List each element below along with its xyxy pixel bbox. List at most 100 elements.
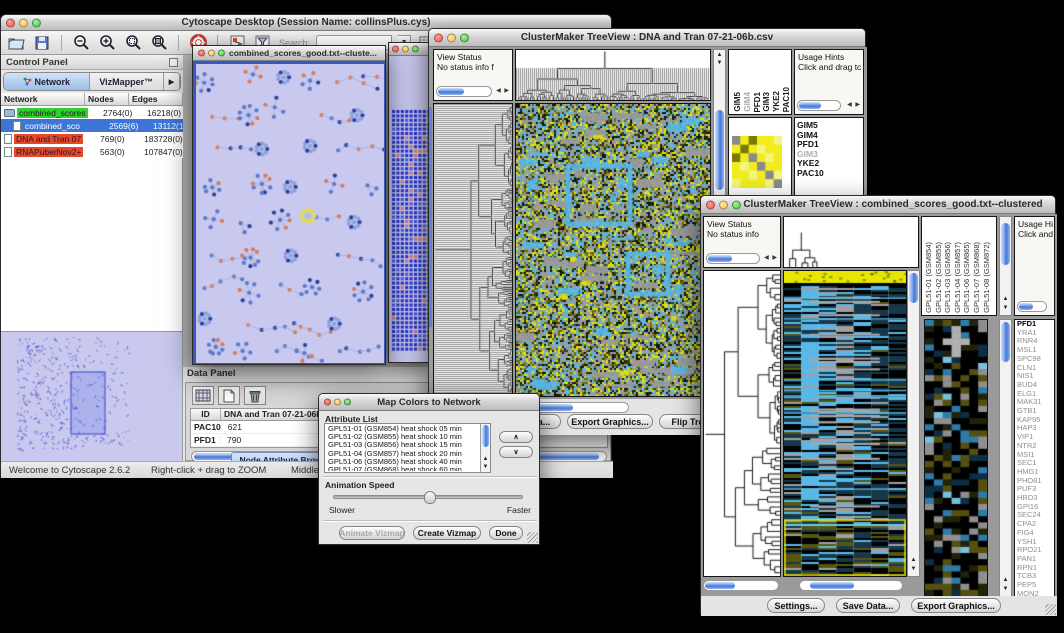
zoom-fit-icon[interactable] xyxy=(149,33,169,53)
minimize-button[interactable] xyxy=(402,46,409,53)
column-dendrogram-panel[interactable] xyxy=(515,49,711,101)
zoom-button[interactable] xyxy=(460,33,469,42)
column-header-nodes[interactable]: Nodes xyxy=(85,93,129,106)
detail-heatmap-panel[interactable] xyxy=(924,319,988,597)
scroll-thumb[interactable] xyxy=(708,255,732,262)
close-button[interactable] xyxy=(324,399,331,406)
id-column-header[interactable]: ID xyxy=(191,409,221,421)
scroll-arrow-down[interactable]: ▼ xyxy=(1000,585,1011,593)
view-status-hscrollbar[interactable] xyxy=(436,86,492,97)
scroll-thumb[interactable] xyxy=(1001,322,1010,362)
done-button[interactable]: Done xyxy=(489,526,523,540)
column-dendrogram-canvas[interactable] xyxy=(784,217,918,267)
view-status-hscrollbar[interactable] xyxy=(706,253,760,264)
treeview-combined-titlebar[interactable]: ClusterMaker TreeView : combined_scores_… xyxy=(701,196,1055,214)
scroll-thumb[interactable] xyxy=(537,404,573,411)
labels-vscrollbar[interactable]: ▲ ▼ xyxy=(999,216,1012,316)
network-canvas[interactable] xyxy=(196,64,384,363)
scroll-arrow-down[interactable]: ▼ xyxy=(1000,304,1011,312)
save-session-icon[interactable] xyxy=(32,33,52,53)
zoom-button[interactable] xyxy=(32,18,41,27)
heatmap-hscrollbar[interactable] xyxy=(799,580,903,591)
column-header-network[interactable]: Network xyxy=(1,93,85,106)
export-graphics-button[interactable]: Export Graphics... xyxy=(911,598,1001,613)
detail-vscrollbar[interactable]: ▲ ▼ xyxy=(999,319,1012,597)
delete-attribute-icon[interactable] xyxy=(244,386,266,405)
heatmap-vscrollbar[interactable]: ▲ ▼ xyxy=(907,270,920,577)
scroll-arrows[interactable]: ◀ ▶ xyxy=(764,253,778,263)
slider-thumb[interactable] xyxy=(424,491,436,504)
tab-vizmapper[interactable]: VizMapper™ xyxy=(90,73,164,90)
close-button[interactable] xyxy=(434,33,443,42)
column-header-edges[interactable]: Edges xyxy=(129,93,183,106)
tab-network[interactable]: Network xyxy=(4,73,90,90)
resize-grip[interactable] xyxy=(1045,604,1056,615)
zoom-button[interactable] xyxy=(344,399,351,406)
scroll-arrow-up[interactable]: ▲ xyxy=(481,455,490,463)
scroll-arrow-down[interactable]: ▼ xyxy=(481,463,490,471)
scroll-thumb[interactable] xyxy=(799,102,821,109)
scroll-thumb[interactable] xyxy=(715,110,724,190)
move-up-button[interactable]: ∧ xyxy=(499,431,533,443)
zoom-button[interactable] xyxy=(412,46,419,53)
scroll-thumb[interactable] xyxy=(482,425,489,447)
select-attributes-icon[interactable] xyxy=(192,386,214,405)
heatmap-panel[interactable] xyxy=(515,103,711,397)
row-dendrogram-panel[interactable] xyxy=(433,103,513,397)
animate-vizmap-button[interactable]: Animate Vizmap xyxy=(339,526,405,540)
usage-hints-hscrollbar[interactable] xyxy=(1017,301,1047,312)
background-window-titlebar[interactable] xyxy=(389,43,433,56)
zoom-in-icon[interactable] xyxy=(97,33,117,53)
zoom-selected-icon[interactable] xyxy=(123,33,143,53)
create-vizmap-button[interactable]: Create Vizmap xyxy=(413,526,481,540)
detail-heatmap-canvas[interactable] xyxy=(925,320,987,596)
column-dendrogram-panel[interactable] xyxy=(783,216,919,268)
row-dendrogram-canvas[interactable] xyxy=(434,104,512,396)
close-button[interactable] xyxy=(392,46,399,53)
network-overview-panel[interactable] xyxy=(1,331,183,461)
minimize-button[interactable] xyxy=(447,33,456,42)
settings-button[interactable]: Settings... xyxy=(767,598,825,613)
heatmap-panel[interactable] xyxy=(783,270,907,577)
usage-hints-hscrollbar[interactable] xyxy=(797,100,841,111)
resize-grip[interactable] xyxy=(527,532,538,543)
zoom-out-icon[interactable] xyxy=(71,33,91,53)
heatmap-canvas[interactable] xyxy=(516,104,710,396)
zoom-button[interactable] xyxy=(732,200,741,209)
scroll-arrow-down[interactable]: ▼ xyxy=(714,59,725,67)
scroll-thumb[interactable] xyxy=(705,582,735,589)
network-row[interactable]: combined_scores2764(0)16218(0) xyxy=(1,106,183,119)
scroll-thumb[interactable] xyxy=(1019,303,1033,310)
zoom-button[interactable] xyxy=(218,50,225,57)
column-dendrogram-canvas[interactable] xyxy=(516,50,710,100)
network-overview-canvas[interactable] xyxy=(1,332,181,460)
scroll-thumb[interactable] xyxy=(438,88,464,95)
similarity-matrix-canvas[interactable] xyxy=(732,136,782,188)
network-row[interactable]: combined_sco2569(6)13112(15) xyxy=(1,119,183,132)
attribute-listbox[interactable]: GPL51-01 (GSM854) heat shock 05 minGPL51… xyxy=(324,423,491,473)
float-panel-icon[interactable] xyxy=(169,58,178,67)
move-down-button[interactable]: ∨ xyxy=(499,446,533,458)
treeview-dna-titlebar[interactable]: ClusterMaker TreeView : DNA and Tran 07-… xyxy=(429,29,865,47)
scroll-arrows[interactable]: ◀ ▶ xyxy=(496,86,510,96)
animation-speed-slider[interactable] xyxy=(333,495,523,499)
network-canvas-area[interactable] xyxy=(389,56,433,362)
scroll-thumb[interactable] xyxy=(810,582,854,589)
row-dendrogram-panel[interactable] xyxy=(703,270,781,577)
scroll-thumb[interactable] xyxy=(909,273,918,303)
scroll-arrow-down[interactable]: ▼ xyxy=(908,565,919,573)
new-attribute-icon[interactable] xyxy=(218,386,240,405)
minimize-button[interactable] xyxy=(19,18,28,27)
attribute-item[interactable]: GPL51-07 (GSM868) heat shock 60 min xyxy=(326,466,479,471)
scroll-thumb[interactable] xyxy=(1001,223,1010,265)
network-row[interactable]: RNAPuberNov2+563(0)107847(0) xyxy=(1,145,183,158)
scroll-arrow-up[interactable]: ▲ xyxy=(714,51,725,59)
open-session-icon[interactable] xyxy=(6,33,26,53)
dense-network-grid-canvas[interactable] xyxy=(391,108,433,355)
scroll-arrow-up[interactable]: ▲ xyxy=(1000,576,1011,584)
network-view-titlebar[interactable]: combined_scores_good.txt--cluste... xyxy=(193,46,385,61)
rowtree-hscrollbar[interactable] xyxy=(703,580,779,591)
row-dendrogram-canvas[interactable] xyxy=(704,271,780,576)
scroll-arrow-up[interactable]: ▲ xyxy=(908,556,919,564)
save-data-button[interactable]: Save Data... xyxy=(836,598,900,613)
